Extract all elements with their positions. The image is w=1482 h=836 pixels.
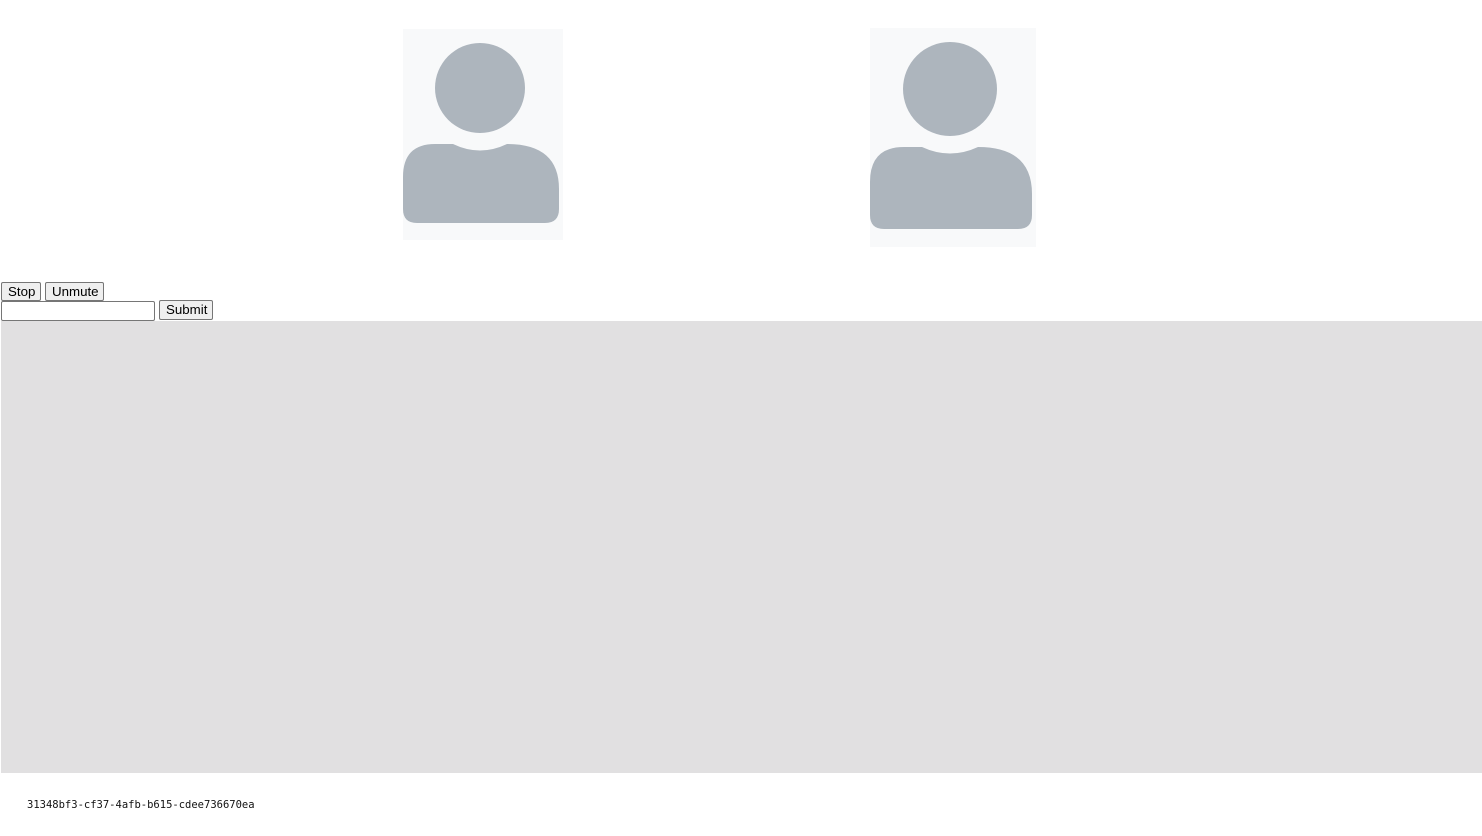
- submit-button[interactable]: Submit: [159, 300, 213, 320]
- page-root: Stop Unmute Submit 31348bf3-cf37-4afb-b6…: [0, 0, 1482, 836]
- video-stage: [1, 321, 1482, 773]
- user-avatar-icon: [870, 42, 1032, 229]
- message-input[interactable]: [1, 301, 155, 321]
- user-avatar-icon: [403, 43, 559, 223]
- session-id-text: 31348bf3-cf37-4afb-b615-cdee736670ea: [27, 799, 255, 811]
- local-video-avatar: [870, 28, 1036, 247]
- stop-button[interactable]: Stop: [1, 282, 41, 301]
- remote-video-avatar: [403, 29, 563, 240]
- unmute-button[interactable]: Unmute: [45, 282, 104, 301]
